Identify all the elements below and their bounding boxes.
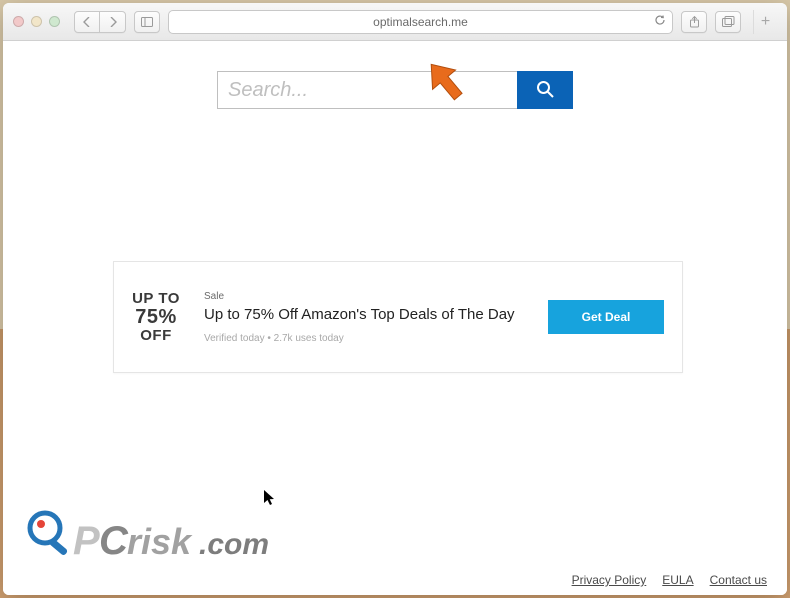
ad-promo-line3: OFF — [114, 328, 198, 344]
privacy-policy-link[interactable]: Privacy Policy — [572, 573, 647, 587]
ad-title: Up to 75% Off Amazon's Top Deals of The … — [204, 306, 542, 323]
footer-links: Privacy Policy EULA Contact us — [572, 573, 767, 587]
svg-text:C: C — [99, 519, 129, 563]
pcrisk-watermark: P C risk .com — [17, 504, 297, 579]
address-bar-url: optimalsearch.me — [373, 15, 468, 29]
new-tab-button[interactable]: + — [753, 10, 777, 34]
forward-button[interactable] — [100, 11, 126, 33]
window-controls — [13, 16, 60, 27]
contact-us-link[interactable]: Contact us — [710, 573, 767, 587]
share-button[interactable] — [681, 11, 707, 33]
page-content: UP TO 75% OFF Sale Up to 75% Off Amazon'… — [3, 41, 787, 595]
ad-category: Sale — [204, 291, 542, 302]
ad-meta: Verified today • 2.7k uses today — [204, 333, 542, 344]
zoom-window-button[interactable] — [49, 16, 60, 27]
back-button[interactable] — [74, 11, 100, 33]
svg-text:.com: .com — [199, 528, 269, 561]
sidebar-toggle-button[interactable] — [134, 11, 160, 33]
search-button[interactable] — [517, 71, 573, 109]
svg-text:P: P — [73, 519, 100, 563]
ad-card: UP TO 75% OFF Sale Up to 75% Off Amazon'… — [113, 261, 683, 373]
close-window-button[interactable] — [13, 16, 24, 27]
svg-text:risk: risk — [127, 521, 193, 562]
search-bar — [217, 71, 573, 109]
get-deal-button[interactable]: Get Deal — [548, 300, 664, 334]
ad-promo-badge: UP TO 75% OFF — [114, 291, 198, 344]
eula-link[interactable]: EULA — [662, 573, 693, 587]
address-bar[interactable]: optimalsearch.me — [168, 10, 673, 34]
search-input[interactable] — [217, 71, 517, 109]
reload-icon[interactable] — [654, 14, 666, 29]
tabs-button[interactable] — [715, 11, 741, 33]
minimize-window-button[interactable] — [31, 16, 42, 27]
search-icon — [535, 79, 555, 102]
ad-promo-percent: 75% — [114, 307, 198, 328]
browser-window: optimalsearch.me + UP TO 75% — [3, 3, 787, 595]
titlebar: optimalsearch.me + — [3, 3, 787, 41]
nav-buttons — [74, 11, 126, 33]
ad-promo-line1: UP TO — [114, 291, 198, 307]
ad-body: Sale Up to 75% Off Amazon's Top Deals of… — [198, 291, 548, 344]
